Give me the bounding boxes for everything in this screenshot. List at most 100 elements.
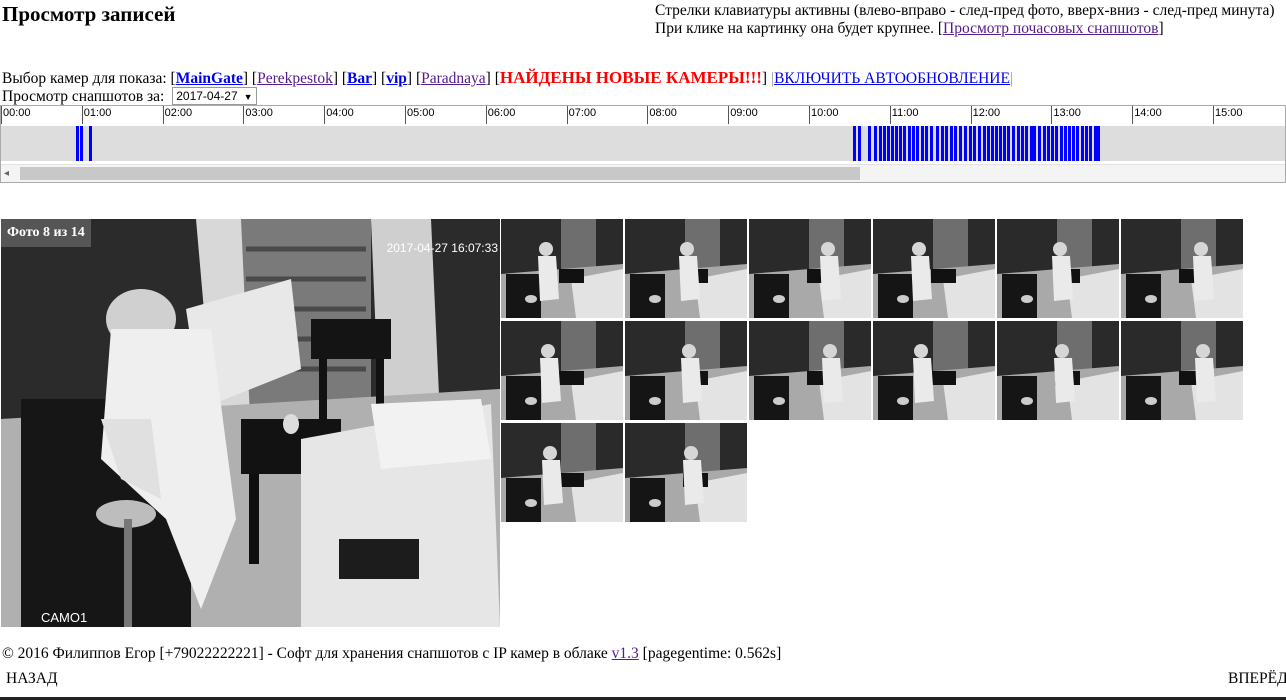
timeline-snapshot-mark[interactable] [1068,126,1072,161]
timeline-snapshot-mark[interactable] [1024,126,1028,161]
camera-link-bar[interactable]: Bar [347,70,372,87]
snapshot-thumbnail[interactable] [997,321,1119,420]
timeline-snapshot-mark[interactable] [1032,126,1036,161]
timeline-snapshot-mark[interactable] [1016,126,1020,161]
snapshot-thumbnail[interactable] [1121,219,1243,318]
timeline-snapshot-mark[interactable] [1046,126,1050,161]
timeline-snapshot-mark[interactable] [977,126,981,161]
timeline-snapshot-mark[interactable] [874,126,878,161]
snapshot-thumbnail[interactable] [625,423,747,522]
timeline-snapshot-mark[interactable] [994,126,998,161]
timeline-snapshot-mark[interactable] [954,126,958,161]
timeline-snapshot-mark[interactable] [1060,126,1064,161]
date-select[interactable]: 2017-04-27 ▼ [172,87,257,105]
thumbnail-image [997,219,1119,318]
camera-link-vip[interactable]: vip [386,70,407,87]
timeline-snapshot-mark[interactable] [969,126,972,161]
timeline-snapshot-mark[interactable] [1006,126,1010,161]
timeline-snapshot-mark[interactable] [930,126,934,161]
timeline-snapshot-mark[interactable] [890,126,894,161]
camera-overlay-label: CAMO1 [41,610,88,625]
snapshot-thumbnail[interactable] [749,219,871,318]
camera-link-maingate[interactable]: MainGate [176,70,243,87]
timeline-snapshot-mark[interactable] [1055,126,1059,161]
snapshot-thumbnail[interactable] [501,321,623,420]
snapshot-thumbnail[interactable] [501,219,623,318]
timeline-snapshot-mark[interactable] [878,126,882,161]
timeline-snapshot-mark[interactable] [1089,126,1093,161]
snapshot-thumbnail[interactable] [749,321,871,420]
forward-button[interactable]: ВПЕРЁД [1228,670,1286,688]
help-text: Стрелки клавиатуры активны (влево-вправо… [655,2,1286,38]
timeline-snapshot-mark[interactable] [986,126,990,161]
timeline-snapshot-mark[interactable] [76,126,80,161]
thumbnail-grid [501,219,1246,525]
timeline-snapshot-mark[interactable] [982,126,986,161]
timeline-snapshot-mark[interactable] [886,126,890,161]
timeline-snapshot-mark[interactable] [1002,126,1006,161]
timeline-snapshot-mark[interactable] [990,126,994,161]
snapshot-thumbnail[interactable] [873,321,995,420]
timeline-snapshot-mark[interactable] [80,126,84,161]
timeline-snapshot-mark[interactable] [973,126,977,161]
snapshot-thumbnail[interactable] [873,219,995,318]
timeline-snapshot-mark[interactable] [1076,126,1080,161]
timeline-snapshot-mark[interactable] [1020,126,1024,161]
timeline-snapshot-mark[interactable] [868,126,871,161]
snapshot-thumbnail[interactable] [625,219,747,318]
timeline-snapshot-mark[interactable] [1050,126,1054,161]
timeline-band[interactable] [1,126,1285,161]
version-link[interactable]: v1.3 [612,645,639,662]
autoupdate-toggle-link[interactable]: ВКЛЮЧИТЬ АВТООБНОВЛЕНИЕ [774,70,1010,87]
scroll-left-arrow-icon[interactable]: ◂ [4,168,9,179]
timeline-snapshot-mark[interactable] [958,126,962,161]
timeline-snapshot-mark[interactable] [1081,126,1085,161]
timeline-snapshot-mark[interactable] [925,126,929,161]
snapshot-thumbnail[interactable] [997,219,1119,318]
timeline-snapshot-mark[interactable] [1064,126,1068,161]
snapshot-thumbnail[interactable] [501,423,623,522]
timeline-hour-label: 04:00 [324,106,354,124]
timeline-snapshot-mark[interactable] [902,126,906,161]
timeline-snapshot-mark[interactable] [940,126,944,161]
timeline-snapshot-mark[interactable] [1011,126,1015,161]
timeline-snapshot-mark[interactable] [89,126,93,161]
camera-link-perekpestok[interactable]: Perekpestok [257,70,333,87]
thumbnail-image [625,321,747,420]
timeline-snapshot-mark[interactable] [1037,126,1041,161]
thumbnail-image [1121,219,1243,318]
timeline-snapshot-mark[interactable] [907,126,911,161]
timeline-snapshot-mark[interactable] [1042,126,1046,161]
back-button[interactable]: НАЗАД [6,670,58,688]
timeline-snapshot-mark[interactable] [944,126,948,161]
timeline-snapshot-mark[interactable] [1097,126,1101,161]
timeline-hour-label: 14:00 [1132,106,1162,124]
main-photo[interactable]: Фото 8 из 14 2017-04-27 16:07:33 CAMO1 [1,219,500,627]
timeline-snapshot-mark[interactable] [921,126,925,161]
timeline-snapshot-mark[interactable] [1072,126,1076,161]
timeline-hour-label: 12:00 [970,106,1000,124]
snapshot-thumbnail[interactable] [1121,321,1243,420]
timeline-snapshot-mark[interactable] [949,126,953,161]
timeline-snapshot-mark[interactable] [916,126,920,161]
timeline-snapshot-mark[interactable] [852,126,856,161]
snapshot-thumbnail[interactable] [625,321,747,420]
timeline-snapshot-mark[interactable] [964,126,968,161]
timeline-snapshot-mark[interactable] [935,126,939,161]
timeline-snapshot-mark[interactable] [911,126,915,161]
timeline-snapshot-mark[interactable] [858,126,862,161]
timeline-scrollbar[interactable]: ◂ [1,164,1285,182]
timeline-snapshot-mark[interactable] [898,126,902,161]
hourly-snapshots-link[interactable]: Просмотр почасовых снапшотов [943,20,1158,37]
timeline-snapshot-mark[interactable] [882,126,886,161]
camera-link-paradnaya[interactable]: Paradnaya [421,70,486,87]
timeline-hour-label: 15:00 [1213,106,1243,124]
timeline-snapshot-mark[interactable] [894,126,898,161]
date-label: Просмотр снапшотов за: [2,88,165,105]
timeline[interactable]: 00:00 01:00 02:00 03:00 04:00 05:00 06:00 07:00… [0,105,1286,183]
timeline-scrollbar-thumb[interactable] [20,167,860,180]
timeline-snapshot-mark[interactable] [998,126,1002,161]
timeline-snapshot-mark[interactable] [1085,126,1089,161]
thumbnail-image [501,321,623,420]
help-line-2-suffix: ] [1158,20,1164,37]
